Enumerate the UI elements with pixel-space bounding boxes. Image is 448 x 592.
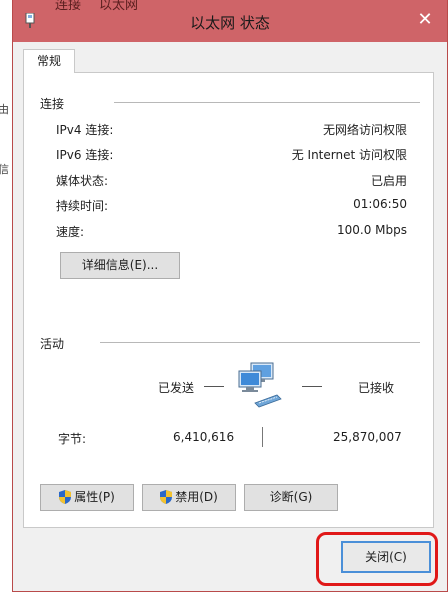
- bytes-divider: [262, 427, 263, 447]
- general-tab-panel: 连接 IPv4 连接: 无网络访问权限 IPv6 连接: 无 Internet …: [23, 72, 434, 528]
- ipv6-connectivity-value: 无 Internet 访问权限: [291, 148, 407, 162]
- disable-button-label: 禁用(D): [175, 490, 218, 504]
- close-icon[interactable]: ✕: [415, 10, 435, 30]
- bytes-label: 字节:: [58, 432, 87, 446]
- network-computers-icon: [238, 362, 282, 408]
- background-text-fragment: 由: [0, 103, 9, 116]
- duration-label: 持续时间:: [56, 199, 109, 213]
- section-divider: [100, 342, 420, 343]
- connection-section-label: 连接: [40, 97, 65, 111]
- media-state-value: 已启用: [370, 174, 407, 188]
- ipv6-connectivity-label: IPv6 连接:: [56, 148, 114, 162]
- properties-button[interactable]: 属性(P): [40, 484, 134, 511]
- sent-connector-line: [204, 386, 224, 387]
- ipv4-connectivity-label: IPv4 连接:: [56, 123, 114, 137]
- sent-label: 已发送: [158, 381, 195, 395]
- disable-button[interactable]: 禁用(D): [142, 484, 236, 511]
- background-text-fragment: 信: [0, 163, 9, 176]
- ethernet-status-dialog: 连接 以太网 以太网 状态 ✕ 常规 连接 IPv4 连接: 无网络访问权限 I…: [12, 0, 448, 592]
- uac-shield-icon: [59, 490, 72, 504]
- title-bar[interactable]: 连接 以太网 以太网 状态 ✕: [13, 0, 447, 42]
- highlight-annotation: [316, 532, 438, 586]
- received-connector-line: [302, 386, 322, 387]
- speed-label: 速度:: [56, 225, 85, 239]
- duration-value: 01:06:50: [353, 197, 407, 211]
- details-button[interactable]: 详细信息(E)...: [60, 252, 180, 279]
- activity-section-label: 活动: [40, 337, 65, 351]
- ipv4-connectivity-value: 无网络访问权限: [322, 123, 407, 137]
- tab-general[interactable]: 常规: [23, 49, 75, 73]
- uac-shield-icon: [160, 490, 173, 504]
- received-label: 已接收: [358, 381, 395, 395]
- bytes-received-value: 25,870,007: [333, 430, 402, 444]
- properties-button-label: 属性(P): [74, 490, 115, 504]
- speed-value: 100.0 Mbps: [336, 223, 407, 237]
- section-divider: [114, 102, 420, 103]
- diagnose-button[interactable]: 诊断(G): [244, 484, 338, 511]
- bytes-sent-value: 6,410,616: [173, 430, 235, 444]
- media-state-label: 媒体状态:: [56, 174, 109, 188]
- window-title: 以太网 状态: [190, 14, 270, 32]
